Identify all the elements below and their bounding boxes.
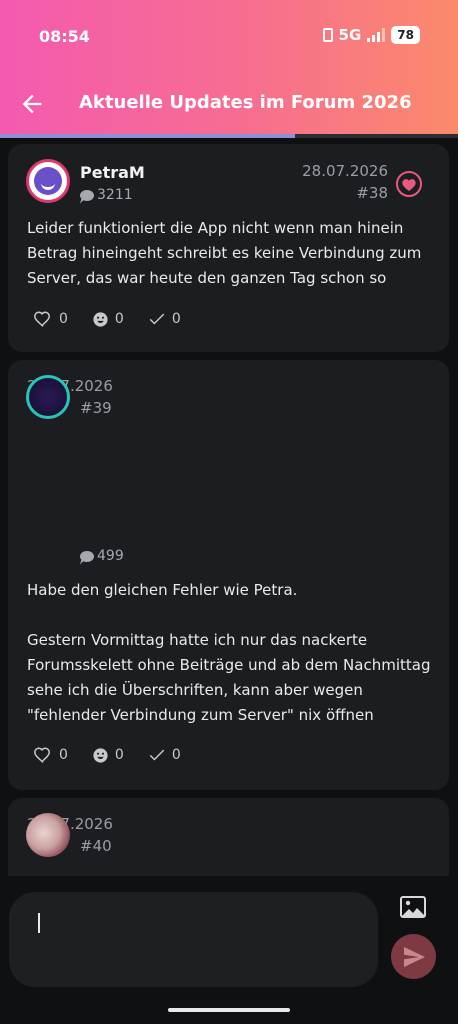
like-reaction[interactable]: 0 bbox=[33, 310, 68, 328]
send-button[interactable] bbox=[391, 934, 436, 979]
check-icon bbox=[149, 749, 165, 761]
author-name[interactable]: PetraM bbox=[80, 163, 145, 182]
toolbar: Aktuelle Updates im Forum 2026 bbox=[0, 82, 458, 128]
like-count: 0 bbox=[59, 311, 68, 327]
status-bar: 08:54 5G 78 bbox=[0, 22, 458, 52]
back-arrow-icon[interactable] bbox=[18, 90, 46, 118]
heart-outline-icon bbox=[34, 311, 50, 327]
post-text-continued: Gestern Vormittag hatte ich nur das nack… bbox=[27, 631, 431, 724]
like-reaction[interactable]: 0 bbox=[33, 746, 68, 764]
comment-count: 499 bbox=[80, 548, 124, 564]
smile-reaction[interactable]: 0 bbox=[92, 747, 124, 764]
avatar[interactable] bbox=[26, 813, 70, 857]
reaction-bar: 0 0 0 bbox=[33, 746, 205, 764]
reaction-bar: 0 0 0 bbox=[33, 310, 205, 328]
message-input[interactable] bbox=[9, 892, 378, 987]
post-number: #40 bbox=[80, 837, 112, 855]
post-card: 29.07.2026 #40 bbox=[8, 798, 449, 876]
smile-count: 0 bbox=[114, 311, 124, 327]
chat-bubble-icon bbox=[80, 189, 94, 201]
chat-bubble-icon bbox=[80, 550, 94, 562]
text-caret bbox=[38, 913, 40, 933]
favorite-heart-icon[interactable] bbox=[396, 171, 422, 197]
heart-filled-icon bbox=[402, 178, 416, 191]
app-header: 08:54 5G 78 Aktuelle Updates im Forum 20… bbox=[0, 0, 458, 137]
comment-count: 3211 bbox=[80, 187, 133, 203]
post-text: Habe den gleichen Fehler wie Petra. bbox=[27, 581, 298, 599]
post-card: PetraM 3211 28.07.2026 #38 Leider funkti… bbox=[8, 144, 449, 352]
heart-outline-icon bbox=[34, 747, 50, 763]
post-text: Leider funktioniert die App nicht wenn m… bbox=[27, 219, 422, 287]
check-icon bbox=[149, 313, 165, 325]
post-feed[interactable]: PetraM 3211 28.07.2026 #38 Leider funkti… bbox=[0, 138, 458, 876]
check-reaction[interactable]: 0 bbox=[148, 311, 181, 327]
message-composer bbox=[0, 876, 458, 1024]
post-number: #38 bbox=[356, 184, 388, 202]
network-type: 5G bbox=[338, 26, 362, 44]
smile-count: 0 bbox=[114, 747, 124, 763]
status-time: 08:54 bbox=[39, 27, 90, 46]
status-icons: 5G 78 bbox=[322, 26, 420, 44]
avatar[interactable] bbox=[26, 375, 70, 419]
smile-icon bbox=[93, 747, 108, 763]
battery-level: 78 bbox=[391, 26, 420, 44]
home-indicator[interactable] bbox=[168, 1008, 290, 1012]
smile-icon bbox=[93, 311, 108, 327]
post-date: 28.07.2026 bbox=[302, 162, 388, 180]
comment-count-value: 3211 bbox=[97, 187, 133, 203]
image-icon[interactable] bbox=[400, 896, 426, 918]
check-reaction[interactable]: 0 bbox=[148, 747, 181, 763]
check-count: 0 bbox=[171, 747, 181, 763]
smile-reaction[interactable]: 0 bbox=[92, 311, 124, 328]
like-count: 0 bbox=[59, 747, 68, 763]
vibrate-icon bbox=[322, 28, 333, 42]
avatar[interactable] bbox=[26, 159, 70, 203]
signal-icon bbox=[367, 28, 386, 42]
page-title: Aktuelle Updates im Forum 2026 bbox=[79, 92, 412, 113]
send-icon bbox=[403, 946, 425, 967]
check-count: 0 bbox=[171, 311, 181, 327]
post-number: #39 bbox=[80, 399, 112, 417]
post-card: 29.07.2026 #39 499 Habe den gleichen Feh… bbox=[8, 360, 449, 790]
comment-count-value: 499 bbox=[97, 548, 124, 564]
